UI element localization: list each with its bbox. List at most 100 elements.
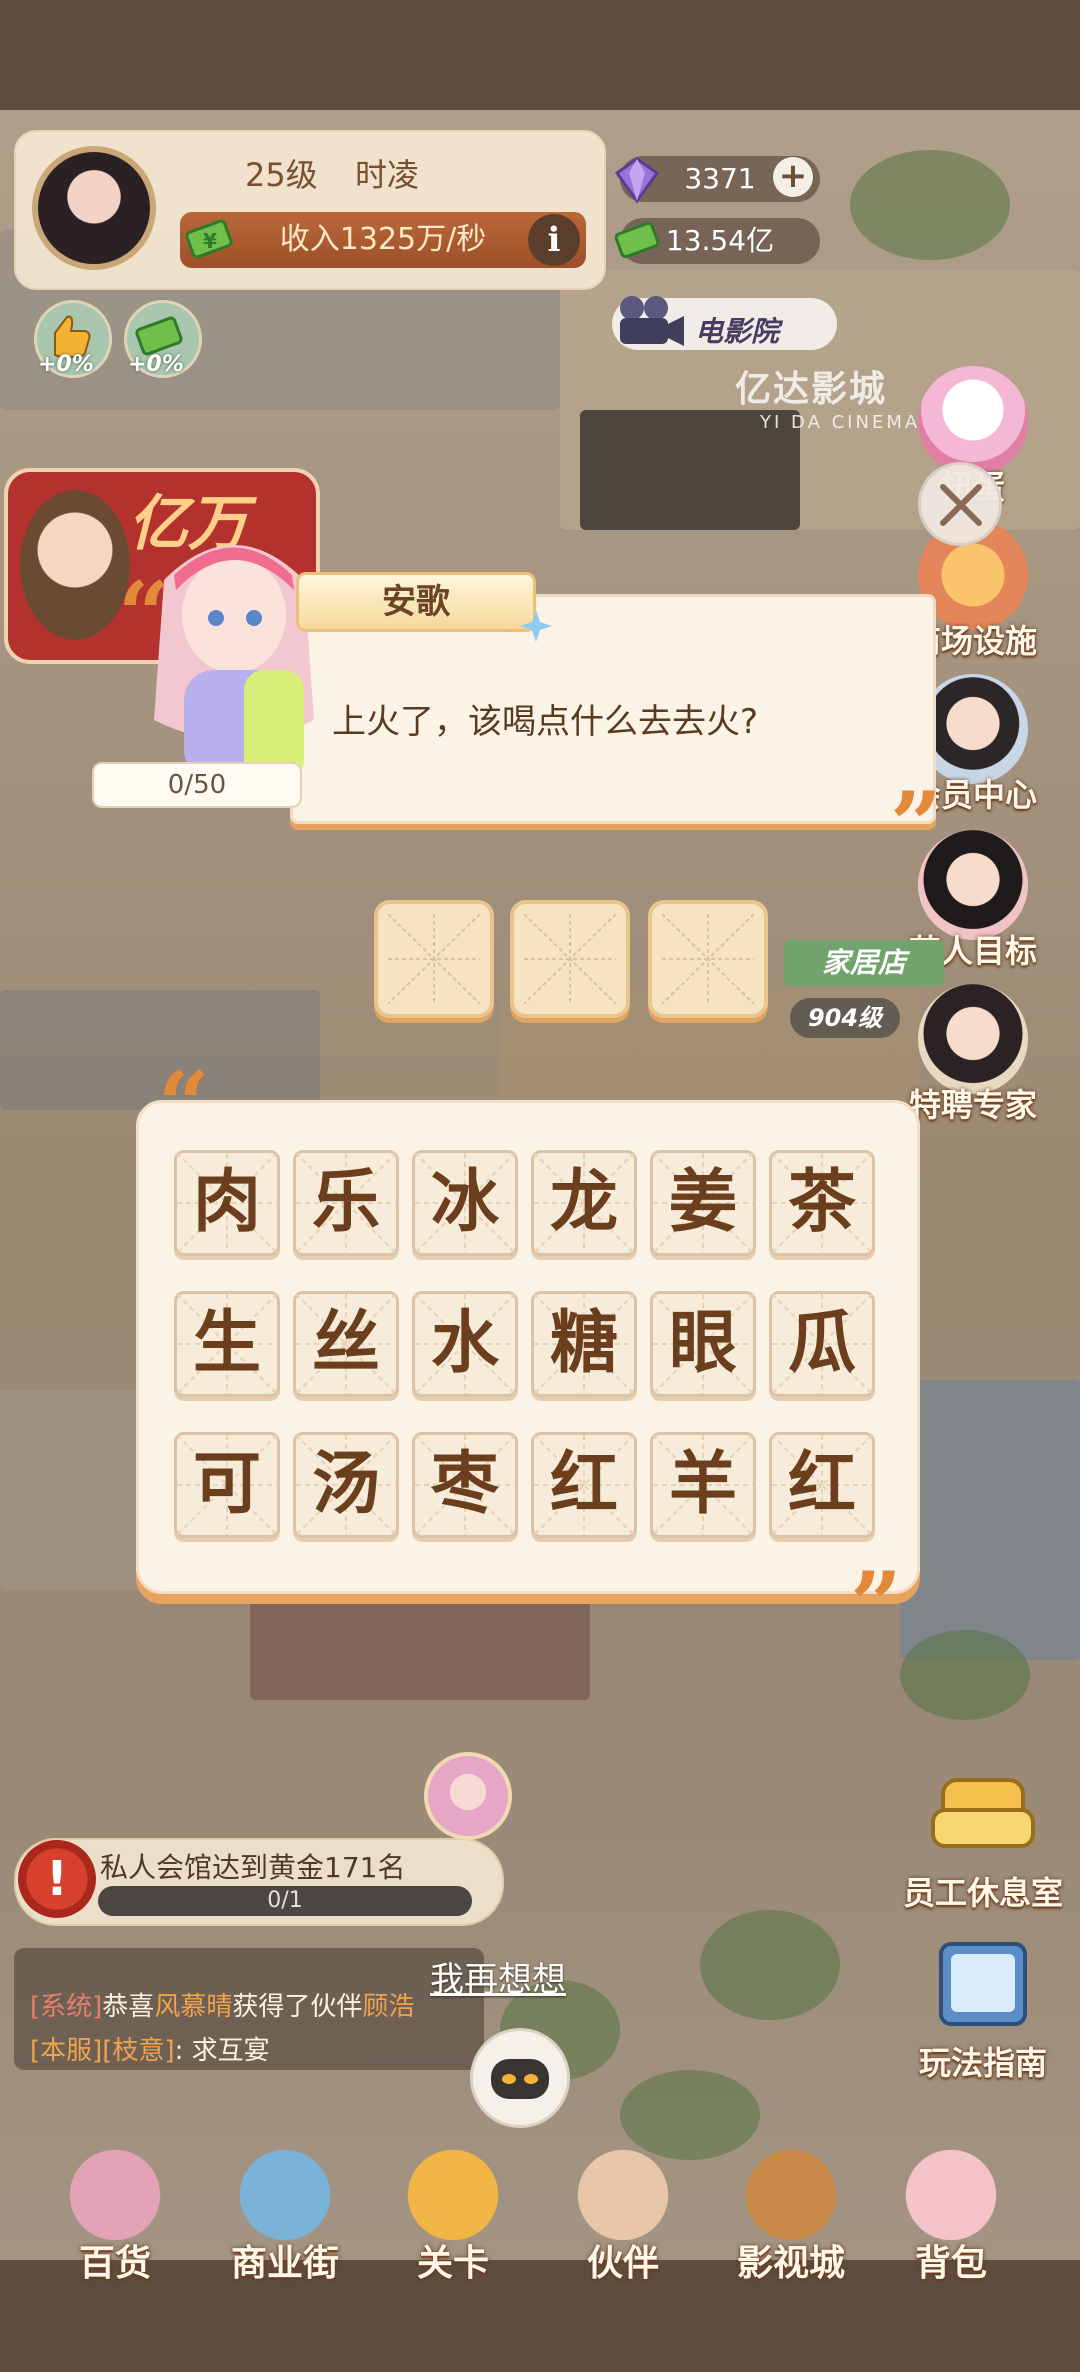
like-boost-pct: +0% [38,352,94,377]
char-tile-text: 生 [192,1304,261,1383]
char-tile-text: 茶 [787,1163,856,1242]
chat-server-tag: [本服] [30,2036,103,2066]
side-expert[interactable]: 特聘专家 [898,984,1048,1126]
char-tile-text: 乐 [311,1163,380,1242]
speaker-name-tag: 安歌 [296,572,536,632]
answer-slot-3[interactable] [648,900,768,1018]
game-guide-label: 玩法指南 [918,2044,1047,2082]
char-tile[interactable]: 可 [174,1432,280,1538]
char-tile[interactable]: 龙 [531,1150,637,1256]
char-tile[interactable]: 生 [174,1291,280,1397]
side-expert-label: 特聘专家 [908,1086,1037,1124]
tablet-guide-icon [939,1942,1027,2026]
nav-department-store[interactable]: 百货 [40,2140,190,2290]
char-tile[interactable]: 红 [769,1432,875,1538]
char-tile[interactable]: 丝 [293,1291,399,1397]
chat-text: : 求互宴 [174,2036,270,2066]
char-tile-text: 红 [787,1445,856,1524]
answer-slot-1[interactable] [374,900,494,1018]
task-progress-count: 0/1 [267,1888,303,1913]
char-tile-text: 龙 [549,1163,618,1242]
department-store-icon [55,2140,175,2240]
grid-pattern [524,914,616,1004]
chat-system-tag: [系统] [30,1992,103,2022]
char-tile-text: 羊 [668,1445,737,1524]
char-tile-text: 红 [549,1445,618,1524]
svg-text:¥: ¥ [203,229,217,253]
chat-player-name: 风慕晴 [154,1992,233,2022]
nav-commercial-street[interactable]: 商业街 [210,2140,360,2290]
char-tile[interactable]: 枣 [412,1432,518,1538]
player-name: 时凌 [355,156,420,194]
speaker-name: 安歌 [382,582,450,622]
level-truck-icon [393,2140,513,2240]
answer-slot-2[interactable] [510,900,630,1018]
grid-pattern [388,914,480,1004]
char-tile-text: 糖 [549,1304,618,1383]
char-tile[interactable]: 眼 [650,1291,756,1397]
nav-partner[interactable]: 伙伴 [548,2140,698,2290]
expert-icon [918,984,1028,1094]
event-character-portrait [20,490,130,640]
char-tile-text: 枣 [430,1445,499,1524]
char-tile[interactable]: 乐 [293,1150,399,1256]
char-tile[interactable]: 姜 [650,1150,756,1256]
nav-label: 关卡 [416,2243,489,2284]
char-tile-text: 瓜 [787,1304,856,1383]
close-dialog-button[interactable] [918,462,1002,546]
nav-film-city[interactable]: 影视城 [716,2140,866,2290]
purple-gem-icon [614,157,660,204]
char-tile[interactable]: 冰 [412,1150,518,1256]
cinema-sign-subtext: YI DA CINEMA [760,412,921,433]
commercial-street-icon [225,2140,345,2240]
cinema-sign-text: 亿达影城 [735,369,888,410]
game-guide-button[interactable]: 玩法指南 [898,1930,1068,2084]
cinema-label: 电影院 [695,315,780,348]
nav-label: 伙伴 [586,2243,659,2284]
nav-label: 百货 [78,2243,151,2284]
char-tile[interactable]: 汤 [293,1432,399,1538]
task-character-avatar[interactable] [424,1752,512,1840]
add-gems-button[interactable]: + [773,157,813,197]
char-tile-text: 眼 [668,1304,737,1383]
staff-lounge-label: 员工休息室 [902,1874,1063,1912]
char-tile-text: 姜 [668,1163,737,1242]
char-tile[interactable]: 羊 [650,1432,756,1538]
cash-boost-pct: +0% [128,352,184,377]
char-tile[interactable]: 红 [531,1432,637,1538]
sparkle-icon [520,610,552,642]
assistant-bot-button[interactable] [470,2028,570,2128]
grid-open-quote-icon: “ [158,1052,210,1158]
income-rate-bar: 收入1325万/秒 [180,212,586,268]
chat-text: 恭喜 [102,1992,155,2022]
player-avatar[interactable] [32,146,156,270]
income-rate-text: 收入1325万/秒 [279,222,487,257]
grid-close-quote-icon: ” [850,1552,902,1658]
income-info-icon[interactable]: i [528,214,580,266]
char-tile[interactable]: 瓜 [769,1291,875,1397]
nav-label: 商业街 [230,2243,339,2284]
nav-backpack[interactable]: 背包 [876,2140,1026,2290]
top-status-bar [0,0,1080,110]
alert-icon: ! [18,1840,96,1918]
player-level: 25级 [245,156,318,194]
grid-pattern [662,914,754,1004]
char-tile-text: 肉 [192,1163,261,1242]
staff-lounge-button[interactable]: 员工休息室 [898,1760,1068,1914]
backpack-icon [891,2140,1011,2240]
char-tile[interactable]: 肉 [174,1150,280,1256]
cash-icon [614,221,660,259]
nav-level-truck[interactable]: 关卡 [378,2140,528,2290]
chat-partner-name: 顾浩 [362,1992,415,2022]
gem-count: 3371 [684,162,756,195]
home-store-tag[interactable]: 家居店 [784,940,944,986]
rethink-button[interactable]: 我再想想 [430,1952,566,2001]
open-quote-icon: “ [118,562,170,668]
char-tile[interactable]: 水 [412,1291,518,1397]
chat-sender-tag: [枝意] [102,2036,175,2066]
char-tile-text: 冰 [430,1163,499,1242]
close-quote-icon: ” [890,772,942,878]
char-tile-text: 汤 [311,1445,380,1524]
char-tile[interactable]: 茶 [769,1150,875,1256]
char-tile[interactable]: 糖 [531,1291,637,1397]
